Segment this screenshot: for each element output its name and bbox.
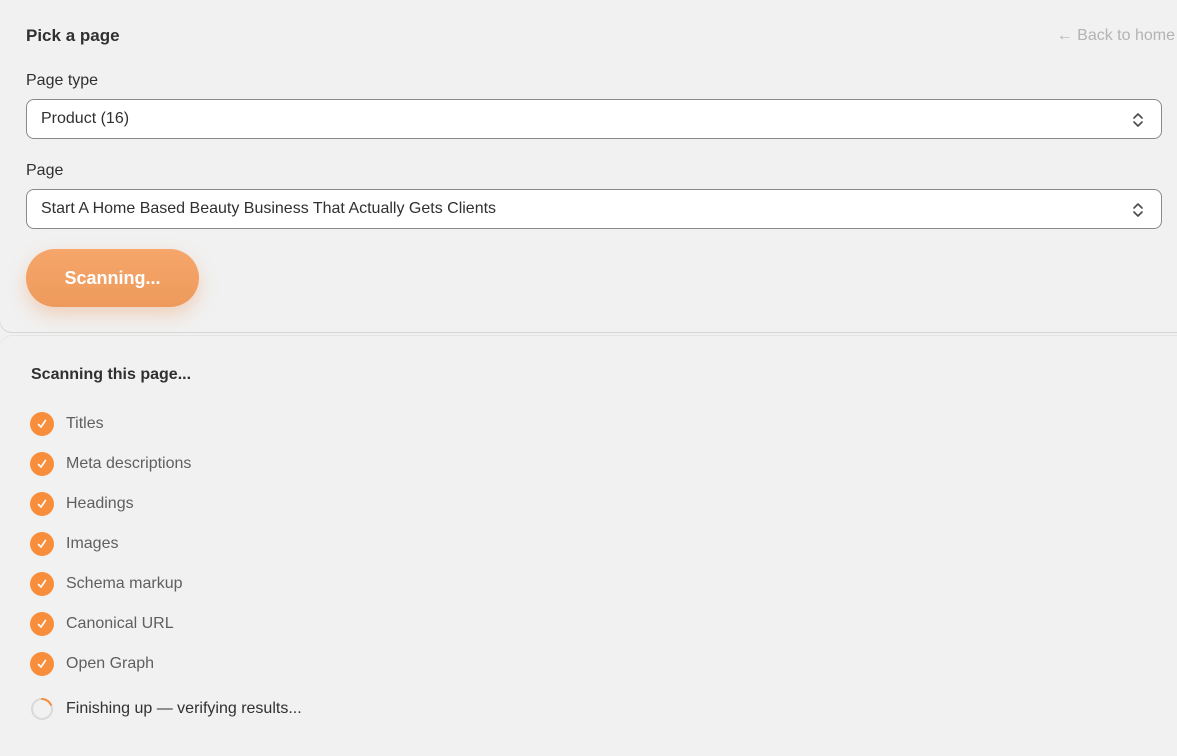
list-item: Images xyxy=(30,532,191,572)
page-picker-card: Pick a page ← Back to home Page type Pro… xyxy=(0,0,1177,332)
check-label: Headings xyxy=(66,495,134,512)
checkmark-icon xyxy=(30,412,54,436)
finishing-status: Finishing up — verifying results... xyxy=(30,697,302,721)
page-type-value: Product (16) xyxy=(41,110,130,127)
scan-checklist: Titles Meta descriptions Headings Images… xyxy=(30,412,191,692)
list-item: Titles xyxy=(30,412,191,452)
check-label: Canonical URL xyxy=(66,615,174,632)
check-label: Images xyxy=(66,535,119,552)
page-select[interactable]: Start A Home Based Beauty Business That … xyxy=(26,189,1162,229)
list-item: Open Graph xyxy=(30,652,191,692)
checkmark-icon xyxy=(30,492,54,516)
check-label: Open Graph xyxy=(66,655,155,672)
checkmark-icon xyxy=(30,612,54,636)
list-item: Canonical URL xyxy=(30,612,191,652)
list-item: Headings xyxy=(30,492,191,532)
page-type-select[interactable]: Product (16) xyxy=(26,99,1162,139)
check-label: Meta descriptions xyxy=(66,455,192,472)
select-chevron-icon xyxy=(1133,113,1143,127)
finishing-label: Finishing up — verifying results... xyxy=(66,700,302,717)
scan-button[interactable]: Scanning... xyxy=(26,249,199,307)
page-label: Page xyxy=(26,162,64,179)
list-item: Schema markup xyxy=(30,572,191,612)
scan-heading: Scanning this page... xyxy=(31,366,192,383)
checkmark-icon xyxy=(30,572,54,596)
checkmark-icon xyxy=(30,532,54,556)
check-label: Schema markup xyxy=(66,575,183,592)
select-chevron-icon xyxy=(1133,203,1143,217)
loading-spinner-icon xyxy=(31,698,53,720)
back-to-home-link[interactable]: ← Back to home xyxy=(1057,27,1175,45)
picker-title: Pick a page xyxy=(26,26,120,45)
list-item: Meta descriptions xyxy=(30,452,191,492)
check-label: Titles xyxy=(66,415,104,432)
page-type-label: Page type xyxy=(26,72,99,89)
page-value: Start A Home Based Beauty Business That … xyxy=(41,200,497,217)
checkmark-icon xyxy=(30,652,54,676)
checkmark-icon xyxy=(30,452,54,476)
